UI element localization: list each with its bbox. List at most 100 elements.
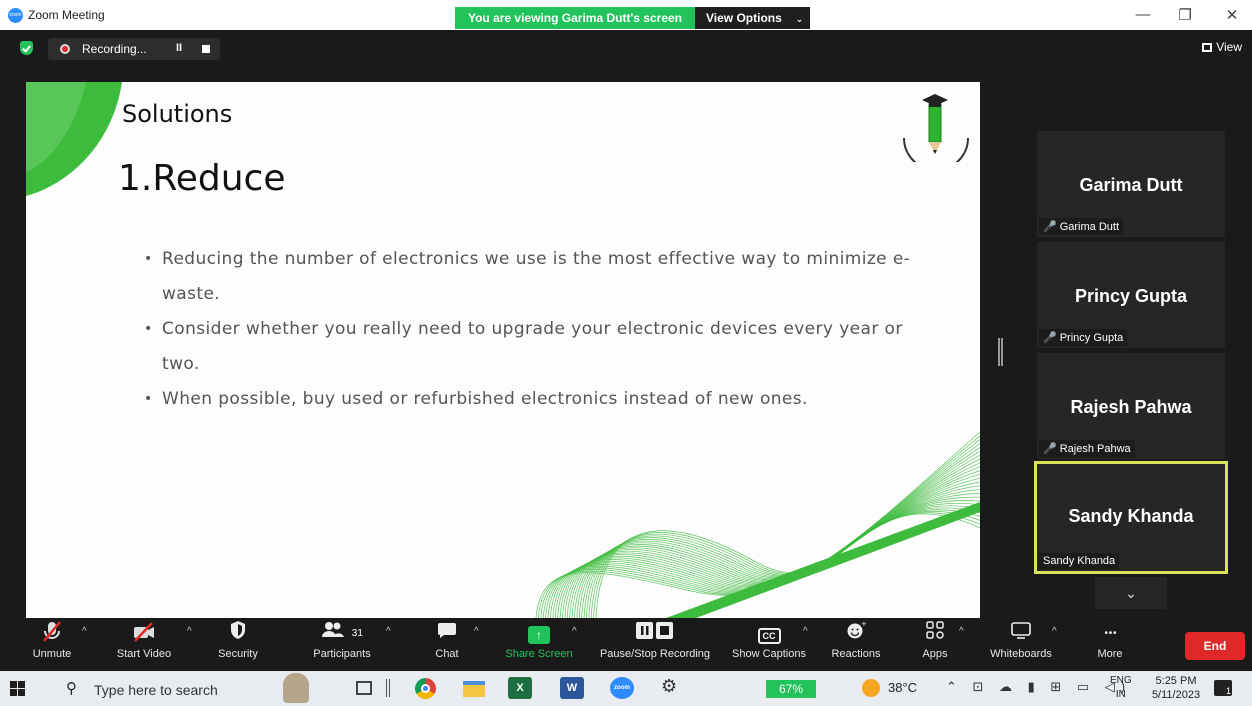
wave-line [554,462,980,618]
participants-button[interactable]: 31 Participants [304,620,380,670]
language-indicator[interactable]: ENG IN [1110,674,1132,702]
security-button[interactable]: Security [210,620,266,670]
chat-button[interactable]: Chat [430,620,464,670]
participants-count: 31 [351,628,363,639]
panel-resize-handle[interactable] [998,338,1003,366]
stop-recording-icon[interactable] [202,45,210,53]
minimize-button[interactable]: — [1133,6,1153,23]
taskbar-search-box[interactable]: ⚲ Type here to search [50,673,250,704]
notification-center-icon[interactable]: 1 [1214,680,1232,696]
mic-muted-icon: 🎤 [1043,443,1057,455]
system-tray-icons[interactable]: ⌃ ⊡ ☁ ▮ ⊞ ▭ ◁) [946,679,1131,695]
lang-line2: IN [1115,689,1126,700]
whiteboards-options-caret[interactable]: ^ [1052,626,1057,637]
pause-stop-recording-label: Pause/Stop Recording [599,648,711,660]
captions-options-caret[interactable]: ^ [803,626,808,637]
wave-line [581,502,980,618]
lang-line1: ENG [1110,675,1132,686]
encryption-shield-icon[interactable] [20,41,33,55]
reactions-button[interactable]: + Reactions [828,620,884,670]
security-shield-icon [210,620,266,648]
reactions-label: Reactions [831,648,881,660]
share-screen-arrow-icon: ↑ [528,626,550,644]
participants-options-caret[interactable]: ^ [386,626,391,637]
participant-tile-active-speaker[interactable]: Sandy Khanda Sandy Khanda [1034,461,1228,574]
end-meeting-button[interactable]: End [1185,632,1245,660]
participant-name: Sandy Khanda [1068,506,1194,526]
participant-label: Sandy Khanda [1039,553,1120,569]
view-options-label: View Options [706,11,782,25]
start-video-label: Start Video [116,648,172,660]
shared-screen-slide: Solutions 1.Reduce Reducing the number o… [26,82,980,618]
pencil-graduation-logo-icon [903,94,969,162]
settings-gear-icon[interactable]: ⚙ [661,676,677,697]
share-screen-button[interactable]: ↑ Share Screen [502,620,576,670]
search-icon: ⚲ [66,680,77,697]
word-icon[interactable]: W [560,677,584,699]
wave-line [578,500,980,618]
whiteboards-button[interactable]: Whiteboards [984,620,1058,670]
captions-icon-wrap: CC [728,620,810,648]
slide-bullet-list: Reducing the number of electronics we us… [144,242,944,417]
slide-title: 1.Reduce [118,158,286,199]
more-label: More [1097,648,1123,660]
chat-options-caret[interactable]: ^ [474,626,479,637]
apps-options-caret[interactable]: ^ [959,626,964,637]
zoom-taskbar-icon[interactable]: zoom [610,677,634,699]
slide-corner-decoration [26,82,122,196]
cortana-figure-icon[interactable] [283,673,309,703]
close-window-button[interactable]: ✕ [1222,6,1242,24]
participant-tile[interactable]: Garima Dutt 🎤 Garima Dutt [1037,131,1225,237]
more-dots-icon: • • • [1104,628,1116,639]
excel-icon[interactable]: X [508,677,532,699]
view-layout-button[interactable]: View [1202,40,1242,54]
zoom-meeting-screen: zoom Zoom Meeting You are viewing Garima… [0,0,1252,706]
mic-muted-icon: 🎤 [1043,332,1057,344]
restore-button[interactable]: ❐ [1175,6,1195,24]
pause-stop-recording-button[interactable]: Pause/Stop Recording [594,620,716,670]
taskbar-clock[interactable]: 5:25 PM 5/11/2023 [1145,674,1207,702]
windows-taskbar: ⚲ Type here to search X W zoom ⚙ 67% 38°… [0,671,1252,706]
closed-captions-icon: CC [757,628,781,644]
taskbar-divider [386,679,390,697]
audio-options-caret[interactable]: ^ [82,626,87,637]
task-view-icon[interactable] [356,681,372,695]
clock-time: 5:25 PM [1155,675,1197,687]
recording-label: Recording... [82,42,147,56]
chrome-icon[interactable] [415,678,436,699]
whiteboards-label: Whiteboards [990,648,1052,660]
unmute-button[interactable]: Unmute [26,620,78,670]
recording-indicator: Recording... II [48,38,220,60]
scroll-down-button[interactable]: ⌄ [1095,577,1167,609]
clock-date: 5/11/2023 [1151,689,1201,701]
file-explorer-icon[interactable] [463,681,485,697]
participant-name: Princy Gupta [1074,286,1188,306]
view-options-button[interactable]: View Options ⌄ [695,7,810,29]
more-button[interactable]: • • • More [1090,620,1130,670]
windows-start-icon[interactable] [10,681,25,696]
participants-label: Participants [313,648,371,660]
participants-icon: 31 [304,620,380,648]
window-title: Zoom Meeting [28,8,105,22]
apps-button[interactable]: Apps [914,620,956,670]
window-titlebar: zoom Zoom Meeting You are viewing Garima… [0,0,1252,30]
apps-label: Apps [922,648,948,660]
video-options-caret[interactable]: ^ [187,626,192,637]
participant-tile[interactable]: Rajesh Pahwa 🎤 Rajesh Pahwa [1037,353,1225,459]
bullet-item: Consider whether you really need to upgr… [144,312,944,382]
recording-dot-icon [60,44,70,54]
show-captions-label: Show Captions [732,648,806,660]
participant-name: Garima Dutt [1079,175,1183,195]
start-video-button[interactable]: Start Video [108,620,180,670]
video-off-icon [108,620,180,648]
bullet-item: When possible, buy used or refurbished e… [144,382,944,417]
temperature-text[interactable]: 38°C [888,680,917,695]
participant-tile[interactable]: Princy Gupta 🎤 Princy Gupta [1037,242,1225,348]
pause-recording-icon[interactable]: II [176,42,182,54]
zoom-logo-icon: zoom [8,8,23,23]
participant-label-text: Princy Gupta [1059,332,1124,344]
mic-muted-icon [26,620,78,648]
security-label: Security [218,648,258,660]
show-captions-button[interactable]: CC Show Captions [728,620,810,670]
share-options-caret[interactable]: ^ [572,626,577,637]
